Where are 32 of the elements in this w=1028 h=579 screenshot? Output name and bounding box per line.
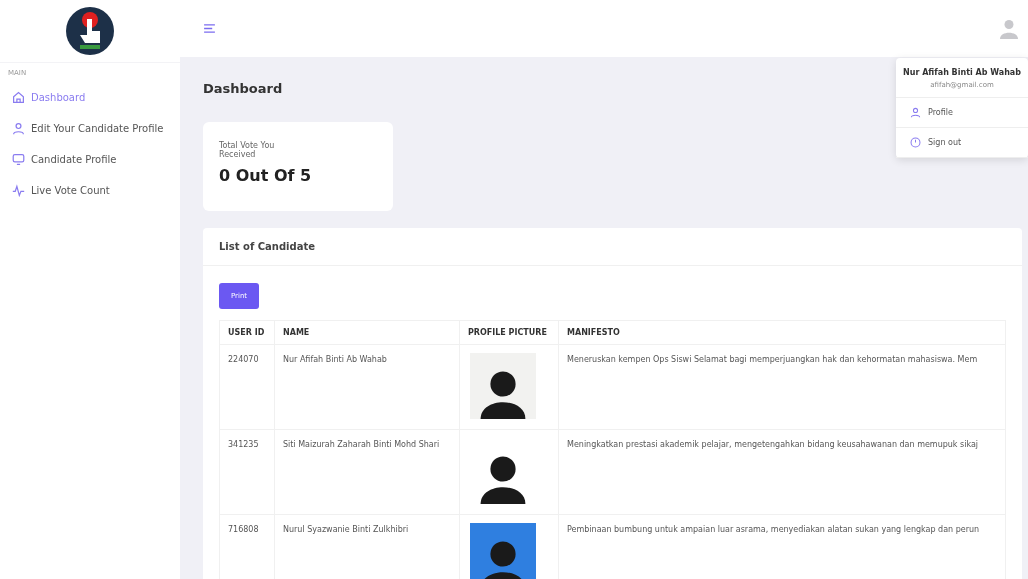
stat-label: Total Vote You Received (219, 142, 276, 160)
nav-item[interactable]: Candidate Profile (0, 145, 180, 176)
user-icon (12, 122, 25, 135)
column-header: PROFILE PICTURE (459, 320, 559, 345)
logo-icon (66, 7, 114, 55)
column-header: MANIFESTO (558, 320, 1006, 345)
power-icon (910, 137, 921, 148)
nav-item[interactable]: Live Vote Count (0, 176, 180, 207)
user-icon (910, 107, 921, 118)
home-icon (12, 91, 25, 104)
stat-value: 0 Out Of 5 (219, 165, 313, 185)
table-cell: Meningkatkan prestasi akademik pelajar, mengetengahkan bidang keusahawanan dan memupuk sikaj (558, 429, 1006, 515)
table-cell: Nur Afifah Binti Ab Wahab (274, 344, 460, 430)
column-header: NAME (274, 320, 460, 345)
nav-item[interactable]: Dashboard (0, 83, 180, 114)
table-cell: Siti Maizurah Zaharah Binti Mohd Shari (274, 429, 460, 515)
table-cell: Meneruskan kempen Ops Siswi Selamat bagi memperjuangkan hak dan kehormatan mahasiswa. Mem (558, 344, 1006, 430)
user-name: Nur Afifah Binti Ab Wahab (902, 68, 1022, 77)
card-title: List of Candidate (203, 228, 1022, 266)
table-cell: 341235 (219, 429, 275, 515)
photo-placeholder (470, 523, 536, 579)
page-title: Dashboard (203, 81, 283, 96)
nav-item[interactable]: Edit Your Candidate Profile (0, 114, 180, 145)
photo-placeholder (470, 353, 536, 419)
monitor-icon (12, 153, 25, 166)
menu-item[interactable]: Sign out (896, 128, 1028, 158)
column-header: USER ID (219, 320, 275, 345)
menu-icon[interactable] (204, 24, 215, 33)
menu-item[interactable]: Profile (896, 98, 1028, 128)
pulse-icon (12, 184, 25, 197)
table-cell: 716808 (219, 514, 275, 579)
table-cell: 224070 (219, 344, 275, 430)
